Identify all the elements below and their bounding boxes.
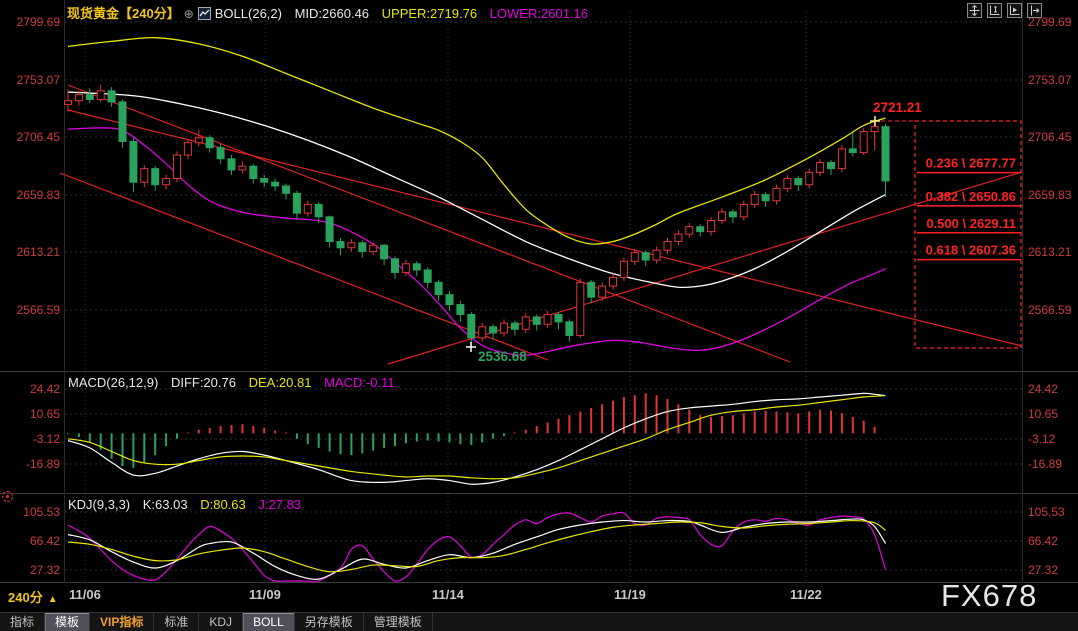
svg-text:0.382 \ 2650.86: 0.382 \ 2650.86 (926, 189, 1016, 204)
date-axis: 240分 ▲ 11/06 11/09 11/14 11/19 11/22 (0, 584, 1078, 612)
date-label: 11/09 (249, 587, 281, 602)
bottom-toolbar: 指标 模板 VIP指标 标准 KDJ BOLL 另存模板 管理模板 (0, 612, 1078, 631)
svg-text:2753.07: 2753.07 (1028, 73, 1072, 87)
svg-text:-3.12: -3.12 (1028, 432, 1056, 446)
axis-play-icon[interactable] (1007, 3, 1022, 18)
svg-text:2659.83: 2659.83 (17, 188, 61, 202)
svg-text:105.53: 105.53 (1028, 505, 1065, 519)
svg-text:2753.07: 2753.07 (17, 73, 61, 87)
pan-crosshair-icon[interactable] (967, 3, 982, 18)
toolbar-item-vip-indicator[interactable]: VIP指标 (90, 613, 154, 631)
svg-text:-16.89: -16.89 (1028, 457, 1062, 471)
macd-header: MACD(26,12,9) DIFF:20.76 DEA:20.81 MACD:… (68, 375, 395, 390)
toolbar-item-indicator[interactable]: 指标 (0, 613, 45, 631)
sun-marker-icon (2, 491, 13, 502)
toolbar-item-manage-template[interactable]: 管理模板 (364, 613, 433, 631)
svg-text:27.32: 27.32 (30, 563, 60, 577)
macd-dea-value: DEA:20.81 (249, 375, 312, 390)
date-label: 11/14 (432, 587, 464, 602)
svg-text:10.65: 10.65 (30, 407, 60, 421)
macd-value: MACD:-0.11 (324, 375, 395, 390)
svg-text:2613.21: 2613.21 (17, 245, 61, 259)
svg-text:2706.45: 2706.45 (1028, 130, 1072, 144)
svg-text:-16.89: -16.89 (26, 457, 60, 471)
svg-text:0.500 \ 2629.11: 0.500 \ 2629.11 (926, 216, 1016, 231)
kdj-k-value: K:63.03 (143, 497, 188, 512)
date-label: 11/06 (69, 587, 101, 602)
svg-text:2613.21: 2613.21 (1028, 245, 1072, 259)
toolbar-item-kdj[interactable]: KDJ (199, 613, 243, 631)
watermark: FX678 (941, 578, 1037, 614)
chart-window-controls (967, 3, 1042, 18)
svg-text:105.53: 105.53 (23, 505, 60, 519)
period-label: 240分 (8, 590, 43, 605)
kdj-name: KDJ(9,3,3) (68, 497, 130, 512)
svg-text:2659.83: 2659.83 (1028, 188, 1072, 202)
toolbar-item-boll[interactable]: BOLL (243, 613, 295, 631)
macd-name: MACD(26,12,9) (68, 375, 158, 390)
svg-text:2799.69: 2799.69 (17, 15, 61, 29)
date-label: 11/19 (614, 587, 646, 602)
svg-text:66.42: 66.42 (1028, 534, 1058, 548)
chevron-up-icon: ▲ (48, 594, 58, 605)
boll-mid-value: MID:2660.46 (295, 6, 369, 21)
chart-app: 2799.692799.692753.072753.072706.452706.… (0, 0, 1078, 631)
toolbar-item-save-template[interactable]: 另存模板 (295, 613, 364, 631)
svg-text:10.65: 10.65 (1028, 407, 1058, 421)
chart-header: 现货黄金【240分】 ⊕ BOLL(26,2) MID:2660.46 UPPER:… (67, 3, 588, 23)
kdj-j-value: J:27.83 (258, 497, 301, 512)
svg-text:0.236 \ 2677.77: 0.236 \ 2677.77 (926, 156, 1016, 171)
svg-text:2721.21: 2721.21 (873, 100, 922, 115)
boll-upper-value: UPPER:2719.76 (382, 6, 477, 21)
toolbar-item-template[interactable]: 模板 (45, 613, 90, 631)
svg-text:-3.12: -3.12 (33, 432, 61, 446)
svg-text:24.42: 24.42 (30, 382, 60, 396)
svg-text:2566.59: 2566.59 (17, 303, 61, 317)
svg-text:2706.45: 2706.45 (17, 130, 61, 144)
period-selector[interactable]: 240分 ▲ (8, 587, 58, 606)
svg-text:24.42: 24.42 (1028, 382, 1058, 396)
svg-text:0.618 \ 2607.36: 0.618 \ 2607.36 (926, 243, 1016, 258)
kdj-header: KDJ(9,3,3) K:63.03 D:80.63 J:27.83 (68, 497, 301, 512)
macd-diff-value: DIFF:20.76 (171, 375, 236, 390)
svg-text:2536.68: 2536.68 (478, 349, 527, 364)
circle-plus-icon[interactable]: ⊕ (184, 7, 194, 21)
kdj-d-value: D:80.63 (200, 497, 246, 512)
boll-label: BOLL(26,2) (215, 6, 282, 21)
date-label: 11/22 (790, 587, 822, 602)
toolbar-item-standard[interactable]: 标准 (154, 613, 199, 631)
exit-right-icon[interactable] (1027, 3, 1042, 18)
chart-canvas[interactable]: 2799.692799.692753.072753.072706.452706.… (0, 0, 1078, 583)
svg-text:2566.59: 2566.59 (1028, 303, 1072, 317)
chart-window-icon[interactable] (198, 7, 211, 23)
symbol-title: 现货黄金【240分】 (67, 6, 180, 21)
axis-zoom-icon[interactable] (987, 3, 1002, 18)
svg-text:66.42: 66.42 (30, 534, 60, 548)
boll-lower-value: LOWER:2601.16 (490, 6, 588, 21)
svg-text:27.32: 27.32 (1028, 563, 1058, 577)
